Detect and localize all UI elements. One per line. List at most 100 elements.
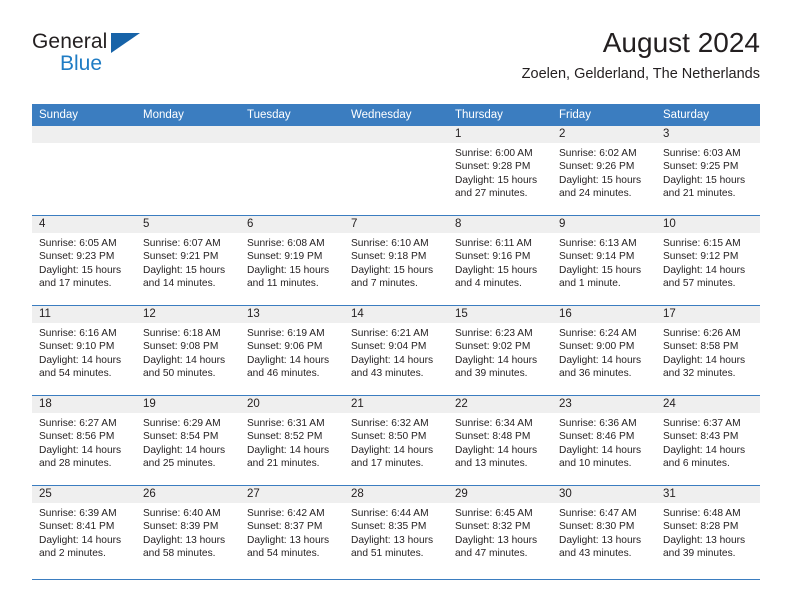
calendar-day-cell[interactable]: 10 Sunrise: 6:15 AM Sunset: 9:12 PM Dayligh… xyxy=(656,215,760,306)
daylight-text-line1: Daylight: 13 hours xyxy=(559,534,642,546)
weekday-header-wednesday: Wednesday xyxy=(344,104,448,126)
daylight-text-line2: and 11 minutes. xyxy=(247,278,319,290)
calendar-day-cell[interactable]: 6 Sunrise: 6:08 AM Sunset: 9:19 PM Daylight… xyxy=(240,215,344,306)
calendar-day-content: 5 Sunrise: 6:07 AM Sunset: 9:21 PM Daylight… xyxy=(136,216,240,305)
calendar-week-row: 25 Sunrise: 6:39 AM Sunset: 8:41 PM Dayligh… xyxy=(32,485,760,575)
calendar-day-cell[interactable]: 7 Sunrise: 6:10 AM Sunset: 9:18 PM Daylight… xyxy=(344,215,448,306)
sunrise-text: Sunrise: 6:13 AM xyxy=(559,238,637,249)
day-number: 29 xyxy=(448,486,552,503)
sunset-text: Sunset: 8:28 PM xyxy=(663,521,739,533)
weekday-header-tuesday: Tuesday xyxy=(240,104,344,126)
calendar-table: Sunday Monday Tuesday Wednesday Thursday… xyxy=(32,104,760,575)
weekday-header-friday: Friday xyxy=(552,104,656,126)
calendar-day-cell[interactable]: 13 Sunrise: 6:19 AM Sunset: 9:06 PM Dayligh… xyxy=(240,305,344,396)
daylight-text-line2: and 43 minutes. xyxy=(559,548,632,560)
daylight-text-line2: and 39 minutes. xyxy=(663,548,736,560)
day-sun-details: Sunrise: 6:15 AM Sunset: 9:12 PM Daylight:… xyxy=(656,233,760,291)
sunrise-text: Sunrise: 6:37 AM xyxy=(663,418,741,429)
calendar-day-cell[interactable]: 17 Sunrise: 6:26 AM Sunset: 8:58 PM Dayligh… xyxy=(656,305,760,396)
calendar-day-cell[interactable] xyxy=(240,126,344,216)
daylight-text-line1: Daylight: 15 hours xyxy=(143,264,226,276)
sunrise-text: Sunrise: 6:23 AM xyxy=(455,328,533,339)
sunrise-text: Sunrise: 6:08 AM xyxy=(247,238,325,249)
day-number: 4 xyxy=(32,216,136,233)
calendar-day-cell[interactable]: 14 Sunrise: 6:21 AM Sunset: 9:04 PM Dayligh… xyxy=(344,305,448,396)
weekday-header-thursday: Thursday xyxy=(448,104,552,126)
sunset-text: Sunset: 9:06 PM xyxy=(247,341,323,353)
sunset-text: Sunset: 8:41 PM xyxy=(39,521,115,533)
calendar-day-cell[interactable]: 3 Sunrise: 6:03 AM Sunset: 9:25 PM Daylight… xyxy=(656,126,760,216)
calendar-day-cell[interactable]: 11 Sunrise: 6:16 AM Sunset: 9:10 PM Dayligh… xyxy=(32,305,136,396)
sunrise-text: Sunrise: 6:26 AM xyxy=(663,328,741,339)
calendar-day-cell[interactable]: 31 Sunrise: 6:48 AM Sunset: 8:28 PM Dayligh… xyxy=(656,485,760,575)
daylight-text-line1: Daylight: 14 hours xyxy=(143,354,226,366)
calendar-week-row: 4 Sunrise: 6:05 AM Sunset: 9:23 PM Daylight… xyxy=(32,215,760,306)
calendar-day-cell[interactable]: 26 Sunrise: 6:40 AM Sunset: 8:39 PM Dayligh… xyxy=(136,485,240,575)
day-sun-details: Sunrise: 6:40 AM Sunset: 8:39 PM Daylight:… xyxy=(136,503,240,561)
calendar-day-cell[interactable]: 30 Sunrise: 6:47 AM Sunset: 8:30 PM Dayligh… xyxy=(552,485,656,575)
daylight-text-line2: and 17 minutes. xyxy=(351,458,424,470)
calendar-week-row: 18 Sunrise: 6:27 AM Sunset: 8:56 PM Dayligh… xyxy=(32,395,760,486)
sunrise-text: Sunrise: 6:34 AM xyxy=(455,418,533,429)
calendar-day-cell[interactable]: 18 Sunrise: 6:27 AM Sunset: 8:56 PM Dayligh… xyxy=(32,395,136,486)
sunrise-text: Sunrise: 6:05 AM xyxy=(39,238,117,249)
calendar-day-cell[interactable]: 4 Sunrise: 6:05 AM Sunset: 9:23 PM Daylight… xyxy=(32,215,136,306)
calendar-day-cell[interactable]: 29 Sunrise: 6:45 AM Sunset: 8:32 PM Dayligh… xyxy=(448,485,552,575)
sunrise-text: Sunrise: 6:44 AM xyxy=(351,508,429,519)
calendar-grid: Sunday Monday Tuesday Wednesday Thursday… xyxy=(32,104,760,575)
daylight-text-line2: and 58 minutes. xyxy=(143,548,216,560)
calendar-day-cell[interactable]: 16 Sunrise: 6:24 AM Sunset: 9:00 PM Dayligh… xyxy=(552,305,656,396)
calendar-day-content: 19 Sunrise: 6:29 AM Sunset: 8:54 PM Dayligh… xyxy=(136,396,240,485)
daylight-text-line1: Daylight: 14 hours xyxy=(39,534,122,546)
day-number: 26 xyxy=(136,486,240,503)
calendar-day-content: 2 Sunrise: 6:02 AM Sunset: 9:26 PM Daylight… xyxy=(552,126,656,215)
brand-logo[interactable]: General Blue xyxy=(32,30,272,86)
daylight-text-line2: and 25 minutes. xyxy=(143,458,216,470)
daylight-text-line2: and 17 minutes. xyxy=(39,278,112,290)
calendar-day-cell[interactable]: 28 Sunrise: 6:44 AM Sunset: 8:35 PM Dayligh… xyxy=(344,485,448,575)
calendar-day-cell[interactable]: 23 Sunrise: 6:36 AM Sunset: 8:46 PM Dayligh… xyxy=(552,395,656,486)
calendar-day-content: 23 Sunrise: 6:36 AM Sunset: 8:46 PM Dayligh… xyxy=(552,396,656,485)
daylight-text-line1: Daylight: 15 hours xyxy=(559,174,642,186)
calendar-day-cell[interactable] xyxy=(32,126,136,216)
calendar-day-cell[interactable]: 9 Sunrise: 6:13 AM Sunset: 9:14 PM Daylight… xyxy=(552,215,656,306)
calendar-day-cell[interactable]: 27 Sunrise: 6:42 AM Sunset: 8:37 PM Dayligh… xyxy=(240,485,344,575)
sunset-text: Sunset: 8:39 PM xyxy=(143,521,219,533)
brand-name-general: General xyxy=(32,30,108,53)
calendar-day-cell[interactable]: 25 Sunrise: 6:39 AM Sunset: 8:41 PM Dayligh… xyxy=(32,485,136,575)
calendar-day-cell[interactable] xyxy=(136,126,240,216)
sunrise-text: Sunrise: 6:10 AM xyxy=(351,238,429,249)
daylight-text-line1: Daylight: 14 hours xyxy=(247,444,330,456)
calendar-day-content: 30 Sunrise: 6:47 AM Sunset: 8:30 PM Dayligh… xyxy=(552,486,656,575)
sunrise-text: Sunrise: 6:27 AM xyxy=(39,418,117,429)
sunset-text: Sunset: 9:23 PM xyxy=(39,251,115,263)
sunset-text: Sunset: 8:32 PM xyxy=(455,521,531,533)
calendar-day-cell[interactable]: 5 Sunrise: 6:07 AM Sunset: 9:21 PM Daylight… xyxy=(136,215,240,306)
calendar-day-cell[interactable]: 19 Sunrise: 6:29 AM Sunset: 8:54 PM Dayligh… xyxy=(136,395,240,486)
day-number xyxy=(344,126,448,143)
day-number: 30 xyxy=(552,486,656,503)
day-number xyxy=(32,126,136,143)
sunrise-text: Sunrise: 6:42 AM xyxy=(247,508,325,519)
calendar-day-cell[interactable] xyxy=(344,126,448,216)
calendar-header-row: Sunday Monday Tuesday Wednesday Thursday… xyxy=(32,104,760,126)
calendar-day-cell[interactable]: 8 Sunrise: 6:11 AM Sunset: 9:16 PM Daylight… xyxy=(448,215,552,306)
weekday-header-monday: Monday xyxy=(136,104,240,126)
calendar-day-cell[interactable]: 21 Sunrise: 6:32 AM Sunset: 8:50 PM Dayligh… xyxy=(344,395,448,486)
sunset-text: Sunset: 9:12 PM xyxy=(663,251,739,263)
day-number: 5 xyxy=(136,216,240,233)
calendar-day-cell[interactable]: 24 Sunrise: 6:37 AM Sunset: 8:43 PM Dayligh… xyxy=(656,395,760,486)
sunset-text: Sunset: 8:52 PM xyxy=(247,431,323,443)
calendar-day-cell[interactable]: 20 Sunrise: 6:31 AM Sunset: 8:52 PM Dayligh… xyxy=(240,395,344,486)
day-number xyxy=(240,126,344,143)
calendar-day-cell[interactable]: 1 Sunrise: 6:00 AM Sunset: 9:28 PM Daylight… xyxy=(448,126,552,216)
calendar-day-cell[interactable]: 15 Sunrise: 6:23 AM Sunset: 9:02 PM Dayligh… xyxy=(448,305,552,396)
calendar-day-cell[interactable]: 22 Sunrise: 6:34 AM Sunset: 8:48 PM Dayligh… xyxy=(448,395,552,486)
daylight-text-line2: and 13 minutes. xyxy=(455,458,528,470)
day-sun-details: Sunrise: 6:23 AM Sunset: 9:02 PM Daylight:… xyxy=(448,323,552,381)
daylight-text-line2: and 24 minutes. xyxy=(559,188,632,200)
sunrise-text: Sunrise: 6:39 AM xyxy=(39,508,117,519)
calendar-day-cell[interactable]: 12 Sunrise: 6:18 AM Sunset: 9:08 PM Dayligh… xyxy=(136,305,240,396)
calendar-day-cell[interactable]: 2 Sunrise: 6:02 AM Sunset: 9:26 PM Daylight… xyxy=(552,126,656,216)
day-number: 19 xyxy=(136,396,240,413)
